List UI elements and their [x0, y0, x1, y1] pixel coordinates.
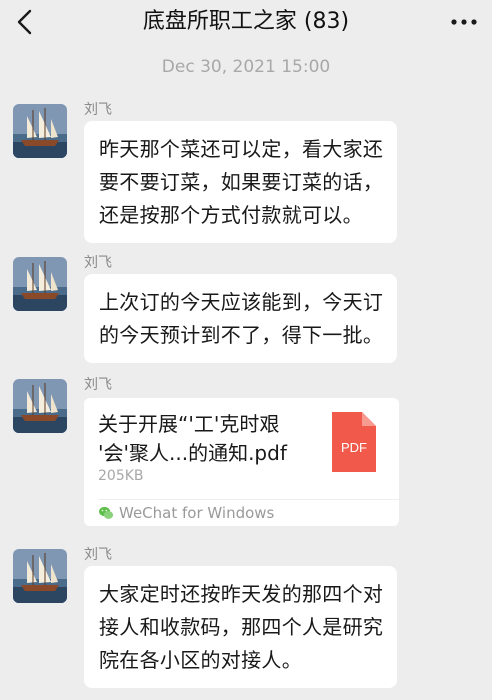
avatar[interactable]	[13, 257, 67, 311]
message-text-line: 要不要订菜，如果要订菜的话，	[99, 170, 384, 194]
chat-header: 底盘所职工之家 (83)	[0, 0, 492, 44]
divider	[98, 499, 399, 500]
message-text-line: 大家定时还按昨天发的那四个对	[99, 582, 384, 606]
sender-name: 刘飞	[84, 547, 112, 563]
more-button[interactable]	[446, 8, 482, 36]
sailing-ship-avatar-icon	[13, 257, 67, 311]
file-attachment-card[interactable]: 关于开展“'工'克时艰 '会'聚人...的通知.pdf 205KB PDF We…	[84, 398, 399, 526]
pdf-file-icon: PDF	[332, 412, 376, 472]
avatar[interactable]	[13, 104, 67, 158]
file-size: 205KB	[98, 468, 144, 484]
file-source: WeChat for Windows	[98, 504, 274, 522]
message-text-line: 上次订的今天应该能到，今天订	[99, 290, 384, 314]
message-text-line: 的今天预计到不了，得下一批。	[99, 323, 384, 347]
file-name: 关于开展“'工'克时艰 '会'聚人...的通知.pdf	[98, 410, 318, 468]
sender-name: 刘飞	[84, 255, 112, 271]
wechat-icon	[99, 506, 114, 519]
avatar[interactable]	[13, 379, 67, 433]
message-text-line: 还是按那个方式付款就可以。	[99, 203, 363, 227]
sender-name: 刘飞	[84, 377, 112, 393]
sailing-ship-avatar-icon	[13, 379, 67, 433]
message-text-line: 昨天那个菜还可以定，看大家还	[99, 137, 384, 161]
avatar[interactable]	[13, 549, 67, 603]
sailing-ship-avatar-icon	[13, 104, 67, 158]
message-text-line: 院在各小区的对接人。	[99, 648, 302, 672]
file-name-line: 关于开展“'工'克时艰	[98, 412, 280, 436]
sender-name: 刘飞	[84, 102, 112, 118]
message-text-line: 接人和收款码，那四个人是研究	[99, 615, 384, 639]
sailing-ship-avatar-icon	[13, 549, 67, 603]
message-timestamp: Dec 30, 2021 15:00	[161, 57, 331, 77]
chat-title: 底盘所职工之家 (83)	[142, 9, 350, 34]
pdf-type-label: PDF	[341, 440, 367, 455]
file-source-label: WeChat for Windows	[119, 504, 275, 522]
message-bubble[interactable]: 上次订的今天应该能到，今天订 的今天预计到不了，得下一批。	[84, 274, 398, 363]
message-bubble[interactable]: 昨天那个菜还可以定，看大家还 要不要订菜，如果要订菜的话， 还是按那个方式付款就…	[84, 121, 398, 243]
more-dots-icon	[451, 19, 477, 25]
message-bubble[interactable]: 大家定时还按昨天发的那四个对 接人和收款码，那四个人是研究 院在各小区的对接人。	[84, 566, 398, 688]
file-name-line: '会'聚人...的通知.pdf	[98, 441, 287, 465]
